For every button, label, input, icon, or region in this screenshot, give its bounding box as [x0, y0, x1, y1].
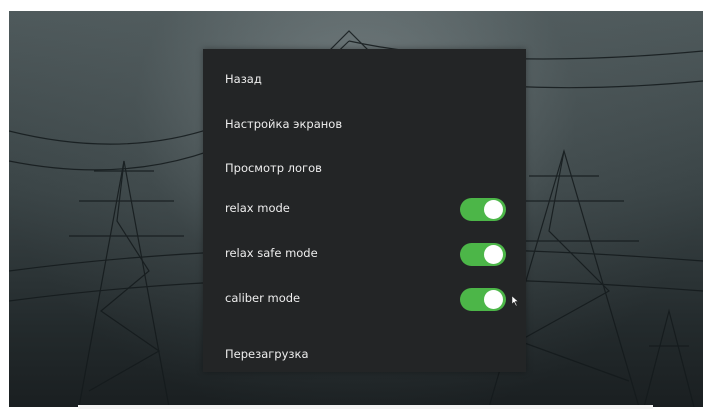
menu-item-back[interactable]: Назад	[203, 64, 526, 98]
menu-item-reboot-label: Перезагрузка	[225, 347, 309, 361]
menu-item-back-label: Назад	[225, 72, 262, 86]
menu-item-screen-settings[interactable]: Настройка экранов	[203, 109, 526, 143]
menu-item-screen-settings-label: Настройка экранов	[225, 117, 343, 131]
bottom-edge-bar	[78, 405, 653, 409]
menu-item-reboot[interactable]: Перезагрузка	[203, 339, 526, 373]
caliber-mode-toggle-knob	[484, 290, 503, 309]
menu-item-view-logs[interactable]: Просмотр логов	[203, 153, 526, 187]
settings-menu-panel: Назад Настройка экранов Просмотр логов r…	[203, 49, 526, 372]
caliber-mode-toggle[interactable]	[460, 288, 506, 311]
menu-item-view-logs-label: Просмотр логов	[225, 161, 322, 175]
relax-mode-toggle[interactable]	[460, 198, 506, 221]
menu-item-relax-safe-mode-label: relax safe mode	[225, 246, 318, 260]
menu-item-caliber-mode[interactable]: caliber mode	[203, 283, 526, 317]
menu-item-relax-mode[interactable]: relax mode	[203, 193, 526, 227]
relax-safe-mode-toggle-knob	[484, 245, 503, 264]
mouse-pointer-icon	[512, 296, 519, 306]
relax-mode-toggle-knob	[484, 200, 503, 219]
menu-item-caliber-mode-label: caliber mode	[225, 291, 301, 305]
menu-item-relax-safe-mode[interactable]: relax safe mode	[203, 238, 526, 272]
relax-safe-mode-toggle[interactable]	[460, 243, 506, 266]
menu-item-relax-mode-label: relax mode	[225, 201, 290, 215]
